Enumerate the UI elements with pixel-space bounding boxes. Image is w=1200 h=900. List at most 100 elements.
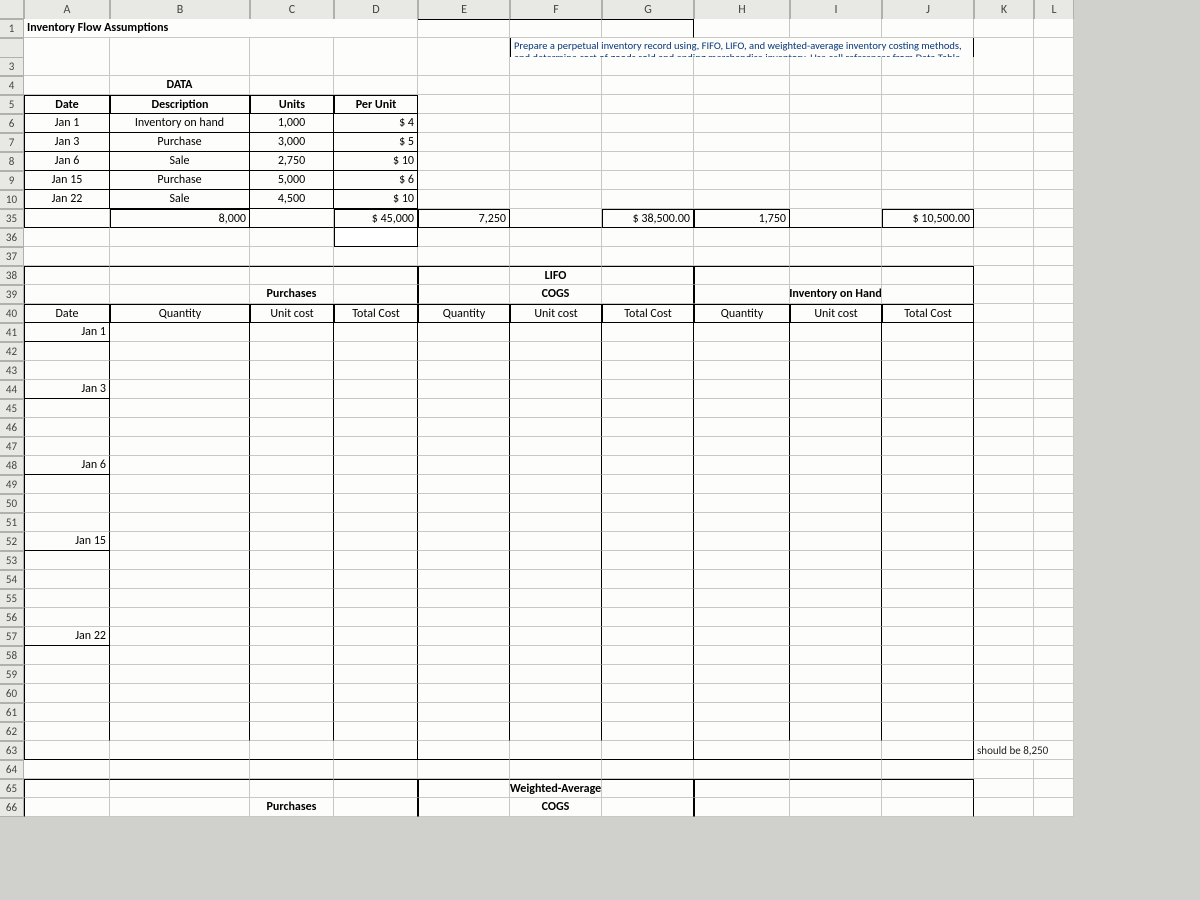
cell[interactable] xyxy=(24,608,110,627)
cell[interactable] xyxy=(790,19,882,38)
cell[interactable] xyxy=(418,418,510,437)
cell[interactable] xyxy=(1034,779,1074,798)
cell[interactable] xyxy=(1034,304,1074,323)
data-date[interactable]: Jan 22 xyxy=(24,190,110,209)
cell[interactable] xyxy=(418,19,510,38)
data-per[interactable]: $ 5 xyxy=(334,133,418,152)
cell[interactable] xyxy=(790,513,882,532)
side-note[interactable]: should be 8,250 xyxy=(974,741,1074,760)
cell[interactable] xyxy=(602,361,694,380)
cell[interactable] xyxy=(110,437,250,456)
cell[interactable] xyxy=(602,456,694,475)
cell[interactable] xyxy=(334,532,418,551)
cell[interactable] xyxy=(334,361,418,380)
cell[interactable] xyxy=(418,760,510,779)
data-units[interactable]: 3,000 xyxy=(250,133,334,152)
cell[interactable] xyxy=(418,114,510,133)
cell[interactable] xyxy=(1034,646,1074,665)
cell[interactable] xyxy=(694,133,790,152)
cell[interactable] xyxy=(510,171,602,190)
row-header-45[interactable]: 45 xyxy=(0,399,24,418)
cell[interactable] xyxy=(602,646,694,665)
cell[interactable] xyxy=(882,285,974,304)
col-header-B[interactable]: B xyxy=(110,0,250,20)
cell[interactable] xyxy=(602,228,694,247)
cell[interactable] xyxy=(882,798,974,817)
cell[interactable] xyxy=(250,570,334,589)
cell[interactable] xyxy=(418,152,510,171)
row-header-64[interactable]: 64 xyxy=(0,760,24,779)
cell[interactable] xyxy=(882,152,974,171)
cell[interactable] xyxy=(790,532,882,551)
row-header-58[interactable]: 58 xyxy=(0,646,24,665)
cell[interactable] xyxy=(334,285,418,304)
cell[interactable] xyxy=(1034,798,1074,817)
cell[interactable] xyxy=(334,494,418,513)
cell[interactable] xyxy=(250,494,334,513)
col-date[interactable]: Date xyxy=(24,304,110,323)
cell[interactable] xyxy=(24,741,110,760)
row-header-10[interactable]: 10 xyxy=(0,190,24,209)
cell[interactable] xyxy=(418,570,510,589)
cell[interactable] xyxy=(790,57,882,76)
row-header-44[interactable]: 44 xyxy=(0,380,24,399)
cell[interactable] xyxy=(602,741,694,760)
cell[interactable] xyxy=(790,76,882,95)
cell[interactable] xyxy=(974,684,1034,703)
cell[interactable] xyxy=(418,76,510,95)
cell[interactable] xyxy=(510,133,602,152)
cell[interactable] xyxy=(334,570,418,589)
row-header-56[interactable]: 56 xyxy=(0,608,24,627)
cell[interactable] xyxy=(24,418,110,437)
cell[interactable] xyxy=(694,684,790,703)
row-header-36[interactable]: 36 xyxy=(0,228,24,247)
cell[interactable] xyxy=(790,437,882,456)
cell[interactable] xyxy=(882,133,974,152)
row-header-4[interactable]: 4 xyxy=(0,76,24,95)
cell[interactable] xyxy=(882,190,974,209)
cell[interactable] xyxy=(790,570,882,589)
cell[interactable] xyxy=(882,171,974,190)
cell[interactable] xyxy=(24,399,110,418)
col-uc-p[interactable]: Unit cost xyxy=(250,304,334,323)
cell[interactable] xyxy=(110,646,250,665)
cell[interactable] xyxy=(694,152,790,171)
hdr-date[interactable]: Date xyxy=(24,95,110,114)
cell[interactable] xyxy=(510,627,602,646)
cell[interactable] xyxy=(334,456,418,475)
row-header-41[interactable]: 41 xyxy=(0,323,24,342)
cell[interactable] xyxy=(510,361,602,380)
cell[interactable] xyxy=(694,95,790,114)
cell[interactable] xyxy=(510,684,602,703)
cell[interactable] xyxy=(418,133,510,152)
cell[interactable] xyxy=(418,703,510,722)
cell[interactable] xyxy=(602,760,694,779)
cell[interactable] xyxy=(510,513,602,532)
cell[interactable] xyxy=(110,627,250,646)
row-header-37[interactable]: 37 xyxy=(0,247,24,266)
cell[interactable] xyxy=(24,551,110,570)
cell[interactable] xyxy=(974,646,1034,665)
cell[interactable] xyxy=(882,418,974,437)
cell[interactable] xyxy=(24,247,110,266)
cell[interactable] xyxy=(790,627,882,646)
cell[interactable] xyxy=(510,76,602,95)
cell[interactable] xyxy=(974,703,1034,722)
cell[interactable] xyxy=(694,171,790,190)
cell[interactable] xyxy=(24,665,110,684)
cell[interactable] xyxy=(694,475,790,494)
cell[interactable] xyxy=(24,266,110,285)
cell[interactable] xyxy=(602,532,694,551)
cell[interactable] xyxy=(974,760,1034,779)
total-d[interactable]: $ 45,000 xyxy=(334,209,418,228)
cell[interactable] xyxy=(418,456,510,475)
cell[interactable] xyxy=(694,741,790,760)
cell[interactable] xyxy=(418,684,510,703)
cell[interactable] xyxy=(510,19,602,38)
cell[interactable] xyxy=(882,703,974,722)
cell[interactable] xyxy=(110,418,250,437)
cell[interactable] xyxy=(110,456,250,475)
cell[interactable] xyxy=(790,228,882,247)
cell[interactable] xyxy=(418,190,510,209)
cell[interactable] xyxy=(510,95,602,114)
